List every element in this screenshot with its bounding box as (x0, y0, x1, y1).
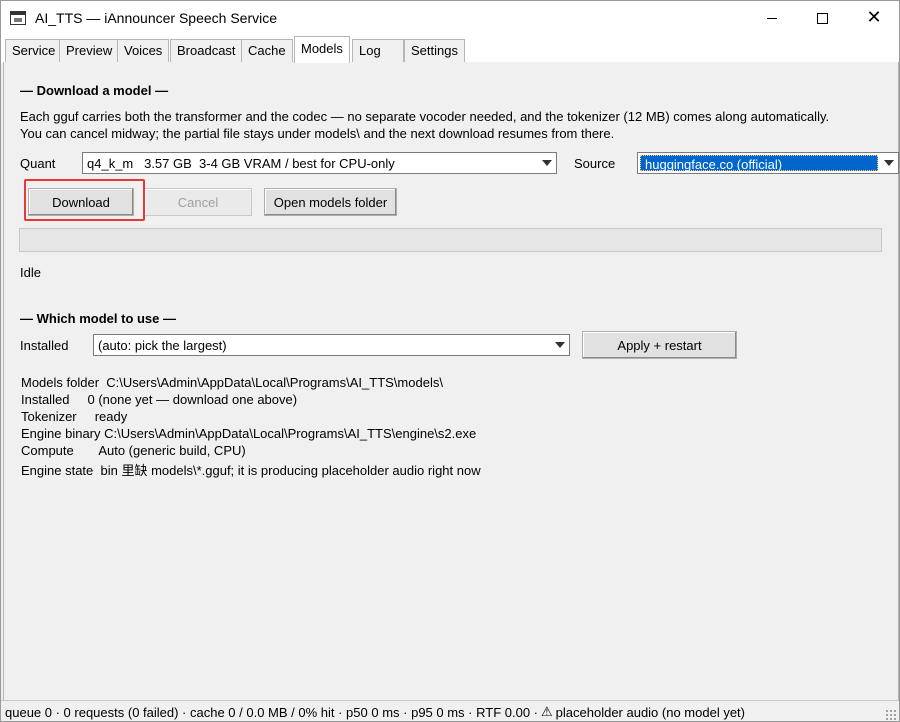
info-models-folder: Models folder C:\Users\Admin\AppData\Loc… (21, 375, 443, 390)
close-button[interactable]: ✕ (851, 1, 897, 35)
download-status: Idle (20, 265, 41, 280)
app-icon (10, 11, 26, 25)
info-installed: Installed 0 (none yet — download one abo… (21, 392, 298, 407)
apply-restart-button[interactable]: Apply + restart (582, 331, 737, 359)
source-select[interactable]: huggingface.co (official) (637, 152, 899, 174)
download-section-title: — Download a model — (20, 83, 169, 98)
chevron-down-icon[interactable] (538, 153, 556, 173)
installed-value: (auto: pick the largest) (98, 338, 227, 353)
window-title: AI_TTS — iAnnouncer Speech Service (35, 10, 278, 26)
warning-icon: ⚠ (541, 704, 553, 720)
title-bar: AI_TTS — iAnnouncer Speech Service ✕ (1, 1, 899, 35)
tab-log[interactable]: Log (352, 39, 404, 63)
open-models-folder-button[interactable]: Open models folder (264, 188, 397, 216)
tab-broadcast[interactable]: Broadcast (170, 39, 243, 63)
tab-service[interactable]: Service (5, 39, 63, 63)
resize-grip[interactable] (885, 709, 897, 721)
info-engine-state: Engine state bin 里缺 models\*.gguf; it is… (21, 463, 481, 478)
use-section-title: — Which model to use — (20, 311, 177, 326)
minimize-button[interactable] (749, 1, 795, 35)
models-panel: — Download a model — Each gguf carries b… (3, 62, 899, 700)
app-window: AI_TTS — iAnnouncer Speech Service ✕ Ser… (0, 0, 900, 722)
tab-voices[interactable]: Voices (117, 39, 170, 63)
info-compute: Compute Auto (generic build, CPU) (21, 443, 246, 458)
close-icon: ✕ (866, 7, 882, 28)
chevron-down-icon[interactable] (880, 153, 898, 173)
installed-label: Installed (20, 338, 69, 353)
download-progress-bar (19, 228, 882, 252)
tab-settings[interactable]: Settings (404, 39, 465, 63)
tab-preview[interactable]: Preview (59, 39, 120, 63)
cancel-button[interactable]: Cancel (144, 188, 252, 216)
maximize-icon (816, 12, 828, 24)
status-bar: queue 0 · 0 requests (0 failed) · cache … (1, 700, 899, 721)
source-value: huggingface.co (official) (645, 157, 783, 172)
quant-value: q4_k_m 3.57 GB 3-4 GB VRAM / best for CP… (87, 156, 395, 171)
download-highlight (24, 179, 145, 221)
status-warning-text: placeholder audio (no model yet) (555, 704, 745, 720)
source-label: Source (574, 156, 616, 171)
info-engine-binary: Engine binary C:\Users\Admin\AppData\Loc… (21, 426, 477, 441)
tab-cache[interactable]: Cache (241, 39, 293, 63)
minimize-icon (767, 17, 777, 19)
info-tokenizer: Tokenizer ready (21, 409, 128, 424)
installed-select[interactable]: (auto: pick the largest) (93, 334, 570, 356)
download-description-line2: You can cancel midway; the partial file … (20, 126, 615, 141)
maximize-button[interactable] (799, 1, 845, 35)
status-metrics: queue 0 · 0 requests (0 failed) · cache … (5, 704, 538, 720)
quant-select[interactable]: q4_k_m 3.57 GB 3-4 GB VRAM / best for CP… (82, 152, 557, 174)
chevron-down-icon[interactable] (551, 335, 569, 355)
download-description-line1: Each gguf carries both the transformer a… (20, 109, 830, 124)
tab-models[interactable]: Models (294, 36, 350, 63)
quant-label: Quant (20, 156, 56, 171)
